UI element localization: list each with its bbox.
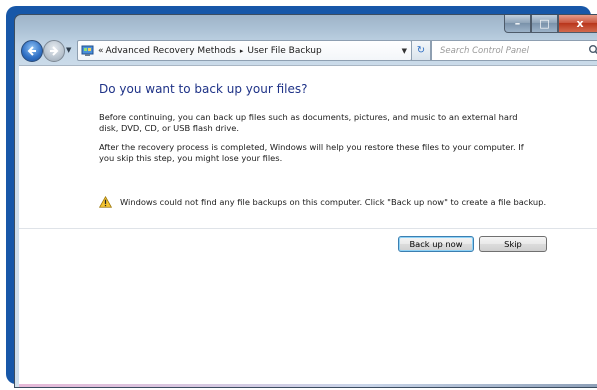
divider xyxy=(19,228,597,229)
close-button[interactable]: x xyxy=(558,15,597,33)
caption-buttons: – □ x xyxy=(504,15,597,33)
warning-icon xyxy=(99,196,112,208)
control-panel-icon xyxy=(80,44,94,58)
back-up-now-button[interactable]: Back up now xyxy=(398,236,474,252)
refresh-button[interactable]: ↻ xyxy=(411,40,431,61)
forward-button[interactable] xyxy=(43,40,65,62)
breadcrumb-overflow-button[interactable]: « xyxy=(98,46,104,56)
address-bar[interactable]: « Advanced Recovery Methods ▸ User File … xyxy=(77,40,412,61)
address-history-dropdown[interactable]: ▼ xyxy=(402,47,407,55)
search-box[interactable] xyxy=(431,40,597,61)
window-bottom-edge xyxy=(19,384,597,387)
backup-description: Before continuing, you can back up files… xyxy=(99,112,518,133)
search-icon[interactable] xyxy=(588,44,597,56)
warning-text: Windows could not find any file backups … xyxy=(120,197,547,207)
forward-arrow-icon xyxy=(50,46,59,56)
page-title: Do you want to back up your files? xyxy=(99,82,308,96)
breadcrumb-user-file-backup[interactable]: User File Backup xyxy=(247,46,321,56)
maximize-button[interactable]: □ xyxy=(531,15,558,33)
minimize-button[interactable]: – xyxy=(504,15,531,33)
content-pane: Do you want to back up your files? Befor… xyxy=(19,65,597,387)
restore-description: After the recovery process is completed,… xyxy=(99,142,524,163)
no-backups-warning: Windows could not find any file backups … xyxy=(99,196,546,208)
search-input[interactable] xyxy=(438,44,592,57)
navigation-bar: ▼ « Advanced Recovery Methods ▸ User Fil… xyxy=(15,35,597,65)
breadcrumb-separator[interactable]: ▸ xyxy=(240,47,244,55)
back-button[interactable] xyxy=(21,40,43,62)
skip-button[interactable]: Skip xyxy=(479,236,547,252)
recent-pages-dropdown[interactable]: ▼ xyxy=(66,46,74,54)
control-panel-window: – □ x ▼ « Advanced Recovery Methods ▸ Us… xyxy=(14,14,597,388)
breadcrumb-advanced-recovery-methods[interactable]: Advanced Recovery Methods xyxy=(106,46,236,56)
back-arrow-icon xyxy=(27,46,36,56)
